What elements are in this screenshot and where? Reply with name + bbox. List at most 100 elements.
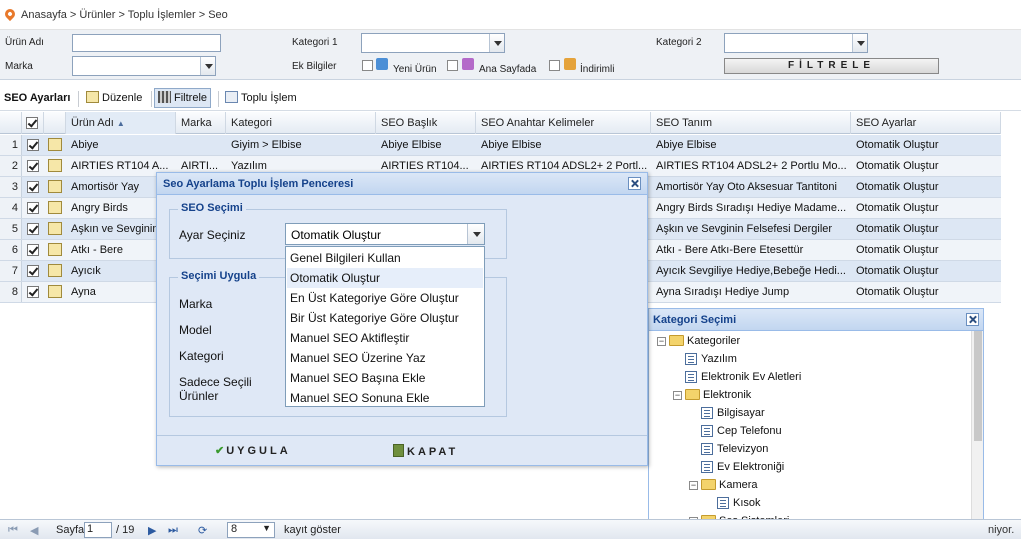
uygula-label: UYGULA	[226, 445, 291, 457]
chevron-down-icon[interactable]	[489, 34, 504, 52]
kategori1-select[interactable]	[361, 33, 505, 53]
refresh-icon[interactable]: ⟳	[198, 524, 207, 537]
filtrele-button[interactable]: FİLTRELE	[724, 58, 939, 74]
edit-icon[interactable]	[48, 201, 62, 214]
row-number: 1	[0, 135, 22, 155]
collapse-icon[interactable]: −	[689, 481, 698, 490]
row-number: 3	[0, 177, 22, 197]
cell-tanim: Abiye Elbise	[656, 139, 717, 151]
dropdown-option[interactable]: Bir Üst Kategoriye Göre Oluştur	[287, 308, 483, 328]
row-checkbox[interactable]	[27, 202, 39, 214]
edit-icon[interactable]	[48, 243, 62, 256]
per-page-select[interactable]: 8 ▼	[227, 522, 275, 538]
tree-node[interactable]: Elektronik Ev Aletleri	[701, 368, 801, 386]
row-checkbox[interactable]	[27, 139, 39, 151]
dropdown-option[interactable]: Manuel SEO Üzerine Yaz	[287, 348, 483, 368]
toplu-islem-button[interactable]: Toplu İşlem	[225, 90, 297, 108]
col-seo-ayarlar[interactable]: SEO Ayarlar	[851, 112, 1001, 134]
per-page-value: 8	[231, 523, 238, 535]
dropdown-option[interactable]: En Üst Kategoriye Göre Oluştur	[287, 288, 483, 308]
row-checkbox[interactable]	[27, 181, 39, 193]
col-label: Ürün Adı	[71, 117, 114, 129]
chevron-down-icon[interactable]	[467, 224, 484, 244]
category-panel: Kategori Seçimi − Kategoriler Yazılım Elekt…	[648, 308, 984, 539]
chevron-down-icon[interactable]	[200, 57, 215, 75]
edit-icon[interactable]	[48, 159, 62, 172]
ek-bilgiler-label: Ek Bilgiler	[292, 61, 337, 72]
row-checkbox[interactable]	[27, 244, 39, 256]
yeni-urun-checkbox[interactable]	[362, 60, 373, 71]
tree-node[interactable]: Televizyon	[717, 440, 768, 458]
collapse-icon[interactable]: −	[673, 391, 682, 400]
col-seo-anahtar[interactable]: SEO Anahtar Kelimeler	[476, 112, 651, 134]
breadcrumb[interactable]: Anasayfa > Ürünler > Toplu İşlemler > Se…	[21, 9, 228, 21]
kategori2-select[interactable]	[724, 33, 868, 53]
page-input[interactable]: 1	[84, 522, 112, 538]
kapat-button[interactable]: KAPAT	[393, 444, 458, 458]
row-checkbox[interactable]	[27, 223, 39, 235]
col-urun-adi[interactable]: Ürün Adı ▲	[66, 112, 176, 134]
status-text: niyor.	[988, 524, 1015, 536]
cell-ayar: Otomatik Oluştur	[856, 223, 939, 235]
edit-icon[interactable]	[48, 222, 62, 235]
ana-sayfada-checkbox[interactable]	[447, 60, 458, 71]
row-checkbox[interactable]	[27, 265, 39, 277]
select-all-checkbox[interactable]	[26, 117, 38, 129]
cell-tanim: Angry Birds Sıradışı Hediye Madame...	[656, 202, 847, 214]
row-number: 2	[0, 156, 22, 176]
close-icon[interactable]	[628, 177, 641, 190]
dropdown-option[interactable]: Manuel SEO Aktifleştir	[287, 328, 483, 348]
col-seo-tanim[interactable]: SEO Tanım	[651, 112, 851, 134]
urunler-label: Ürünler	[179, 389, 219, 403]
next-page-icon[interactable]: ▶	[148, 524, 156, 537]
edit-icon[interactable]	[48, 180, 62, 193]
row-checkbox[interactable]	[27, 160, 39, 172]
cell-tanim: Aşkın ve Sevginin Felsefesi Dergiler	[656, 223, 833, 235]
edit-icon[interactable]	[48, 138, 62, 151]
chevron-down-icon[interactable]	[852, 34, 867, 52]
dropdown-option[interactable]: Otomatik Oluştur	[287, 268, 483, 288]
table-row[interactable]: 1 Abiye Giyim > Elbise Abiye Elbise Abiye El…	[0, 135, 1001, 156]
col-kategori[interactable]: Kategori	[226, 112, 376, 134]
uygula-button[interactable]: ✔ UYGULA	[215, 444, 291, 457]
col-seo-baslik[interactable]: SEO Başlık	[376, 112, 476, 134]
dropdown-option[interactable]: Manuel SEO Başına Ekle	[287, 368, 483, 388]
tree-node[interactable]: Kategoriler	[687, 332, 740, 350]
urun-adi-input[interactable]	[72, 34, 221, 52]
marka-label: Marka	[179, 297, 213, 311]
indirimli-checkbox[interactable]	[549, 60, 560, 71]
edit-icon[interactable]	[48, 285, 62, 298]
close-icon[interactable]	[966, 313, 979, 326]
prev-page-icon[interactable]: ◀	[30, 524, 38, 537]
tree-scrollbar[interactable]	[971, 331, 983, 539]
filtrele-toolbar-button[interactable]: Filtrele	[154, 88, 212, 108]
row-number: 8	[0, 282, 22, 302]
collapse-icon[interactable]: −	[657, 337, 666, 346]
duzenle-button[interactable]: Düzenle	[86, 90, 142, 108]
tree-node[interactable]: Ev Elektroniği	[717, 458, 784, 476]
ayar-select[interactable]: Otomatik Oluştur	[285, 223, 485, 245]
tree-node[interactable]: Kamera	[719, 476, 758, 494]
scrollbar-thumb[interactable]	[974, 331, 982, 441]
document-icon	[701, 425, 713, 437]
marka-select[interactable]	[72, 56, 216, 76]
last-page-icon[interactable]: ⏭	[168, 524, 178, 537]
dropdown-option[interactable]: Genel Bilgileri Kullan	[287, 248, 483, 268]
select-all-header[interactable]	[22, 112, 44, 134]
dropdown-option[interactable]: Manuel SEO Sonuna Ekle	[287, 388, 483, 408]
first-page-icon[interactable]: ⏮	[8, 524, 18, 537]
tree-node[interactable]: Yazılım	[701, 350, 737, 368]
tree-node[interactable]: Bilgisayar	[717, 404, 765, 422]
cell-tanim: Ayna Sıradışı Hediye Jump	[656, 286, 790, 298]
tree-node[interactable]: Kısok	[733, 494, 761, 512]
edit-icon[interactable]	[48, 264, 62, 277]
tree-node[interactable]: Cep Telefonu	[717, 422, 782, 440]
cell-ayar: Otomatik Oluştur	[856, 202, 939, 214]
tag-icon	[564, 58, 576, 70]
row-checkbox[interactable]	[27, 286, 39, 298]
col-marka[interactable]: Marka	[176, 112, 226, 134]
row-number: 5	[0, 219, 22, 239]
tree-node[interactable]: Elektronik	[703, 386, 751, 404]
chevron-down-icon[interactable]: ▼	[262, 523, 271, 533]
toolbar-separator	[151, 91, 152, 107]
